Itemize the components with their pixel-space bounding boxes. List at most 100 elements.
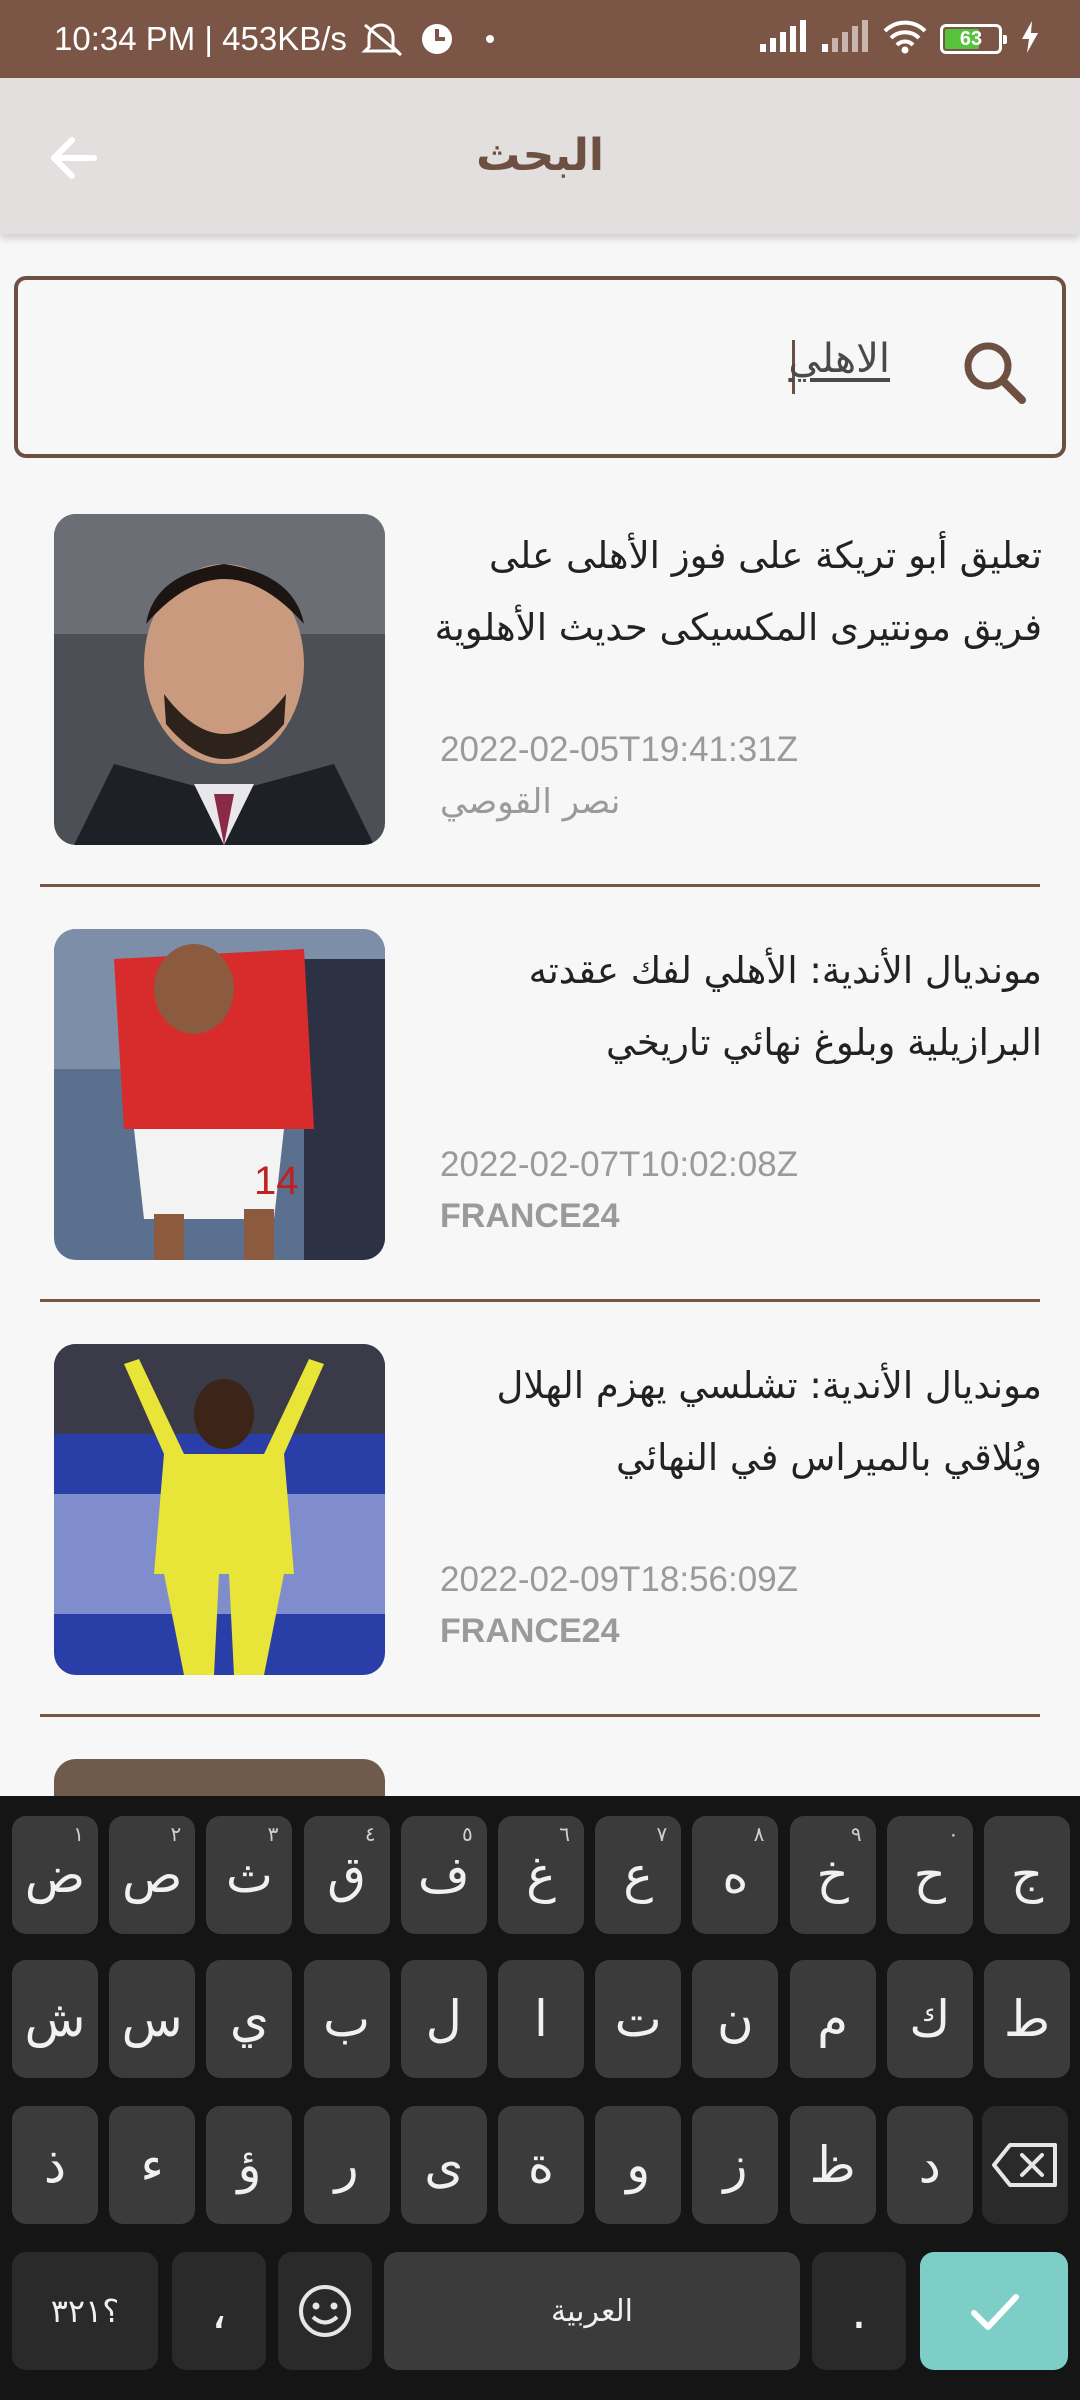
key-keyboard-row1-6-k[interactable]: ع٧ [595, 1816, 682, 1934]
key-label: ب [323, 1990, 371, 2048]
key-label: ل [425, 1990, 462, 2048]
battery-icon: 63 [940, 24, 1007, 54]
key-hint: ٦ [559, 1822, 570, 1846]
key-keyboard-row3-4[interactable]: ى [400, 2106, 487, 2224]
key-keyboard-row1-8-k[interactable]: خ٩ [789, 1816, 876, 1934]
enter-key[interactable] [920, 2252, 1068, 2370]
key-keyboard-row1-5-k[interactable]: غ٦ [498, 1816, 584, 1934]
key-keyboard-row2-6[interactable]: ت [595, 1960, 682, 2078]
status-left: 10:34 PM | 453KB/s [54, 0, 495, 78]
result-headline[interactable]: مونديال الأندية: تشلسي يهزم الهلال ويُلا… [422, 1350, 1043, 1494]
keyboard: ؟٣٢١ ، العربية . ض١ص٢ث٣ق٤ف٥غ٦ع٧ه٨خ٩ح٠جشس… [0, 1796, 1080, 2400]
key-label: م [817, 1990, 849, 2048]
key-hint: ٢ [170, 1822, 182, 1846]
key-keyboard-row1-9-k[interactable]: ح٠ [886, 1816, 973, 1934]
charging-icon [1020, 21, 1040, 57]
key-hint: ٠ [948, 1822, 959, 1846]
key-keyboard-row1-0-k[interactable]: ض١ [12, 1816, 98, 1934]
result-item[interactable]: 14 مونديال الأندية: الأهلي لفك عقدته الب… [0, 915, 1080, 1330]
key-keyboard-row3-7[interactable]: ز [692, 2106, 779, 2224]
search-icon[interactable] [958, 336, 1030, 408]
key-label: ت [614, 1990, 662, 2048]
key-keyboard-row3-8[interactable]: ظ [789, 2106, 876, 2224]
key-keyboard-row2-1[interactable]: س [109, 1960, 196, 2078]
key-label: ح [913, 1846, 946, 1904]
key-label: ن [717, 1990, 754, 2048]
key-keyboard-row3-0[interactable]: ذ [12, 2106, 98, 2224]
data-saver-icon [419, 21, 455, 57]
result-thumbnail[interactable] [54, 514, 385, 845]
result-date: 2022-02-07T10:02:08Z [440, 1145, 799, 1184]
key-keyboard-row1-7-k[interactable]: ه٨ [692, 1816, 779, 1934]
search-query[interactable]: الاهلي [788, 336, 890, 382]
key-hint: ٩ [850, 1822, 862, 1846]
divider [40, 1299, 1040, 1302]
key-keyboard-row2-5[interactable]: ا [498, 1960, 584, 2078]
backspace-key[interactable] [982, 2106, 1068, 2224]
key-label: د [918, 2136, 941, 2194]
key-label: ص [121, 1846, 183, 1904]
space-key[interactable]: العربية [384, 2252, 800, 2370]
result-date: 2022-02-09T18:56:09Z [440, 1560, 799, 1599]
period-key[interactable]: . [812, 2252, 906, 2370]
key-keyboard-row2-7[interactable]: ن [692, 1960, 779, 2078]
key-hint: ٤ [364, 1822, 376, 1846]
key-label: ؤ [237, 2136, 262, 2194]
wifi-icon [882, 19, 928, 59]
key-keyboard-row3-6[interactable]: و [595, 2106, 682, 2224]
key-keyboard-row1-3-k[interactable]: ق٤ [303, 1816, 390, 1934]
key-label: ج [1010, 1846, 1044, 1904]
key-keyboard-row1-1-k[interactable]: ص٢ [109, 1816, 196, 1934]
divider [40, 1714, 1040, 1717]
key-keyboard-row2-4[interactable]: ل [400, 1960, 487, 2078]
result-headline[interactable]: تعليق أبو تريكة على فوز الأهلى على فريق … [422, 520, 1042, 664]
page-title: البحث [476, 130, 604, 181]
key-keyboard-row3-9[interactable]: د [886, 2106, 973, 2224]
search-input[interactable]: الاهلي [14, 276, 1066, 458]
result-source: FRANCE24 [440, 1197, 620, 1235]
key-keyboard-row3-3[interactable]: ر [303, 2106, 390, 2224]
results-list[interactable]: تعليق أبو تريكة على فوز الأهلى على فريق … [0, 500, 1080, 1796]
key-hint: ٧ [656, 1822, 668, 1846]
status-bar: 10:34 PM | 453KB/s 63 [0, 0, 1080, 78]
key-keyboard-row3-5[interactable]: ة [498, 2106, 584, 2224]
result-date: 2022-02-05T19:41:31Z [440, 730, 799, 769]
key-label: غ [526, 1846, 556, 1904]
result-item[interactable]: مونديال الأندية: تشلسي يهزم الهلال ويُلا… [0, 1330, 1080, 1745]
key-label: ه [722, 1846, 749, 1904]
result-thumbnail[interactable] [54, 1344, 385, 1675]
result-headline[interactable]: مونديال الأندية: الأهلي لفك عقدته البراز… [422, 935, 1042, 1079]
result-thumbnail[interactable]: 14 [54, 929, 385, 1260]
key-label: س [121, 1990, 183, 2048]
key-keyboard-row2-0[interactable]: ش [12, 1960, 98, 2078]
comma-key[interactable]: ، [172, 2252, 266, 2370]
key-label: ث [225, 1846, 273, 1904]
backspace-icon [992, 2143, 1057, 2187]
key-hint: ٨ [753, 1822, 765, 1846]
key-keyboard-row2-10[interactable]: ط [984, 1960, 1070, 2078]
emoji-icon [299, 2285, 351, 2337]
numbers-key[interactable]: ؟٣٢١ [12, 2252, 158, 2370]
key-label: ف [417, 1846, 470, 1904]
key-label: ة [527, 2136, 555, 2194]
key-keyboard-row2-2[interactable]: ي [206, 1960, 293, 2078]
key-keyboard-row1-4-k[interactable]: ف٥ [400, 1816, 487, 1934]
signal-2-icon [820, 20, 870, 58]
screen: 10:34 PM | 453KB/s 63 البحث الاهلي تعليق… [0, 0, 1080, 2400]
result-item[interactable] [0, 1745, 1080, 1796]
result-thumbnail[interactable] [54, 1759, 385, 1796]
emoji-key[interactable] [278, 2252, 372, 2370]
key-keyboard-row2-9[interactable]: ك [886, 1960, 973, 2078]
key-keyboard-row1-10-k[interactable]: ج [984, 1816, 1070, 1934]
key-label: ء [140, 2136, 164, 2194]
key-keyboard-row2-8[interactable]: م [789, 1960, 876, 2078]
result-source: نصر القوصي [440, 782, 621, 822]
key-label: ي [229, 1990, 269, 2048]
key-keyboard-row1-2-k[interactable]: ث٣ [206, 1816, 293, 1934]
key-keyboard-row3-2[interactable]: ؤ [206, 2106, 293, 2224]
key-hint: ٥ [462, 1822, 473, 1846]
key-keyboard-row2-3[interactable]: ب [303, 1960, 390, 2078]
result-item[interactable]: تعليق أبو تريكة على فوز الأهلى على فريق … [0, 500, 1080, 915]
key-keyboard-row3-1[interactable]: ء [109, 2106, 196, 2224]
result-source: FRANCE24 [440, 1612, 620, 1650]
